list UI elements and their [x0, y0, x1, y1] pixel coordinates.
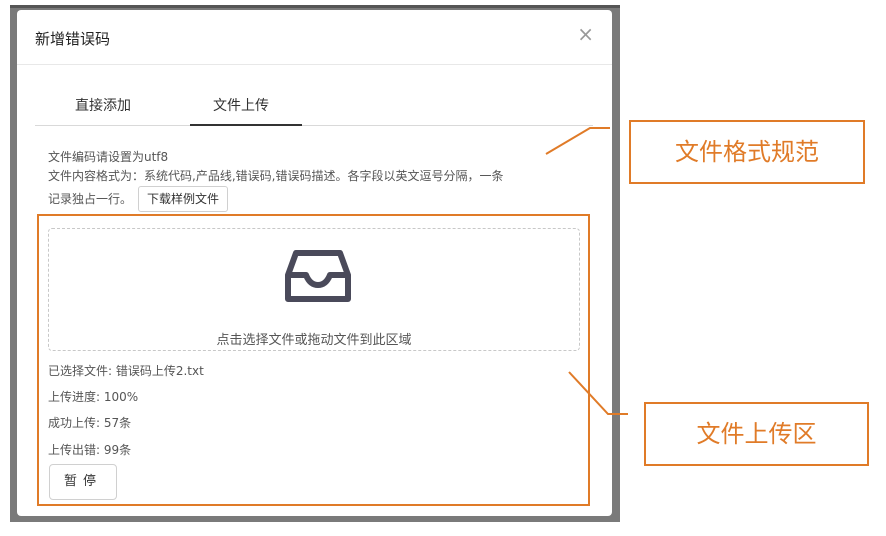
- format-leader-line: [545, 127, 610, 155]
- format-callout-label: 文件格式规范: [675, 138, 819, 166]
- upload-leader-line: [568, 371, 628, 415]
- format-callout: 文件格式规范: [629, 120, 865, 184]
- upload-callout-label: 文件上传区: [696, 420, 817, 448]
- upload-callout: 文件上传区: [644, 402, 869, 466]
